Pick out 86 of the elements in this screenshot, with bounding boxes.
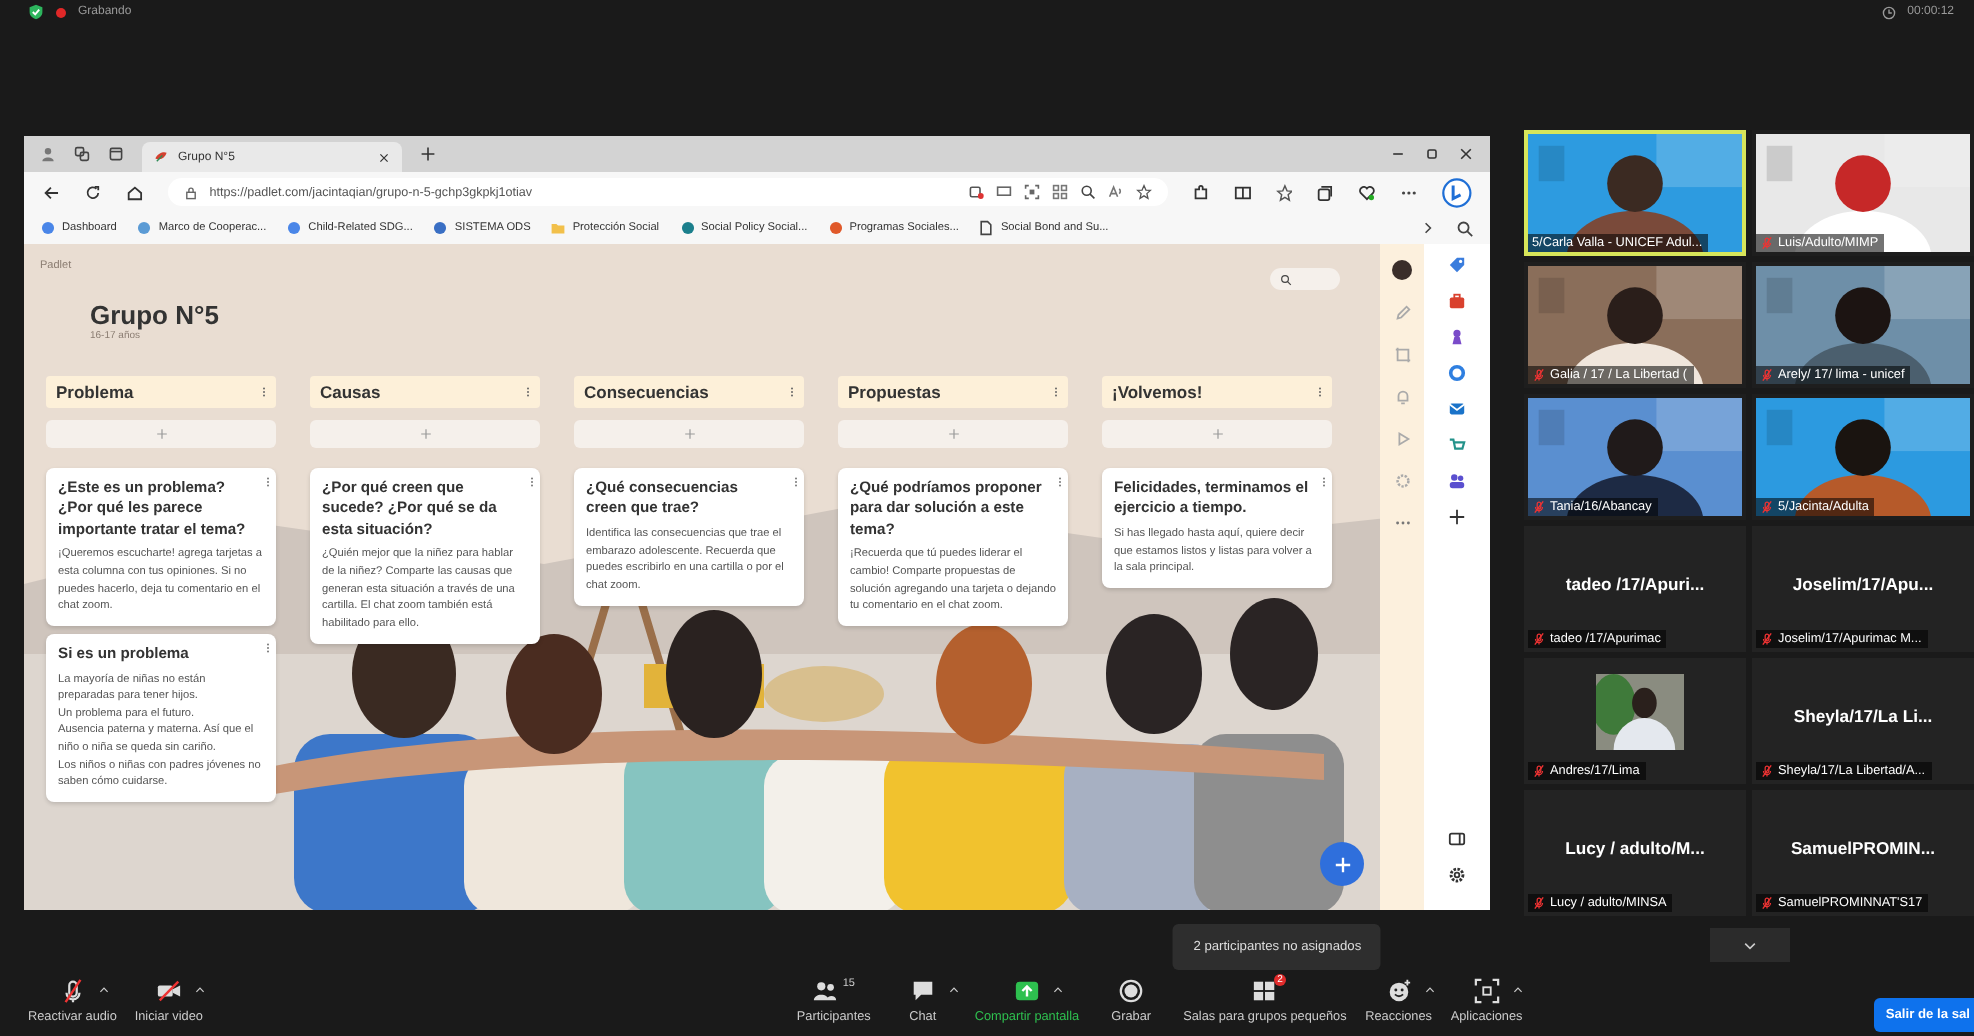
caret-icon[interactable]: [98, 983, 111, 995]
collections-icon[interactable]: [1316, 183, 1335, 201]
close-icon[interactable]: [1458, 146, 1474, 162]
back-icon[interactable]: [42, 183, 60, 201]
heart-icon[interactable]: [1358, 183, 1377, 201]
settings-icon[interactable]: [1448, 866, 1466, 884]
site-icon: [136, 220, 153, 236]
plus-icon: [1211, 428, 1223, 440]
clock-icon: [1881, 5, 1896, 19]
participant-name: tadeo /17/Apuri...: [1565, 573, 1705, 593]
bing-icon[interactable]: [1442, 177, 1472, 207]
share-screen-icon: [1013, 977, 1040, 1003]
chess-piece-icon[interactable]: [1448, 328, 1466, 346]
side-panel-icon[interactable]: [1448, 830, 1466, 848]
grid-icon: [1251, 977, 1278, 1003]
split-screen-icon[interactable]: [1233, 183, 1252, 201]
plus-icon: [683, 428, 695, 440]
app-icon[interactable]: [967, 184, 984, 200]
puzzle-icon[interactable]: [1191, 183, 1210, 201]
tab-list-icon[interactable]: [108, 146, 124, 162]
profile-icon[interactable]: [40, 146, 56, 162]
site-icon: [827, 220, 844, 236]
folder-icon: [550, 220, 567, 236]
caret-icon[interactable]: [948, 983, 961, 995]
site-icon: [40, 220, 56, 236]
refresh-icon[interactable]: [83, 183, 102, 201]
chevron-right-icon[interactable]: [1420, 220, 1436, 236]
scan-icon[interactable]: [1023, 184, 1040, 200]
new-tab-icon[interactable]: [420, 146, 436, 162]
page-icon: [978, 220, 995, 236]
plus-icon: [1333, 855, 1351, 873]
lock-icon: [183, 185, 198, 199]
search-field[interactable]: [1270, 268, 1340, 290]
plus-icon: [155, 428, 167, 440]
participant-name: Joselim/17/Apu...: [1792, 573, 1934, 593]
grid-icon[interactable]: [1051, 184, 1068, 200]
zoom-icon[interactable]: [1079, 184, 1096, 200]
column-title: Consecuencias: [584, 382, 709, 402]
column-title: Causas: [320, 382, 381, 402]
camera-off-icon: [155, 977, 182, 1003]
star-icon[interactable]: [1135, 184, 1152, 200]
column-title: Problema: [56, 382, 134, 402]
ring-icon[interactable]: [1448, 364, 1466, 382]
mail-icon[interactable]: [1448, 400, 1466, 418]
smiley-icon: [1385, 977, 1412, 1003]
cart-icon[interactable]: [1448, 436, 1466, 454]
mic-muted-icon: [59, 977, 86, 1003]
site-icon: [679, 220, 696, 236]
plus-icon[interactable]: [1448, 508, 1466, 526]
people-icon[interactable]: [1448, 472, 1466, 490]
caret-icon[interactable]: [1052, 983, 1065, 995]
site-icon: [432, 220, 449, 236]
post-card[interactable]: [310, 468, 540, 644]
caret-icon[interactable]: [1512, 983, 1525, 995]
workspaces-icon[interactable]: [74, 146, 90, 162]
maximize-icon[interactable]: [1424, 146, 1440, 162]
search-icon: [1280, 273, 1292, 285]
participant-name: Sheyla/17/La Li...: [1793, 705, 1933, 725]
board-title: Grupo N°5: [90, 300, 219, 330]
tag-icon[interactable]: [1448, 256, 1466, 274]
apps-icon: [1473, 977, 1500, 1003]
caret-icon[interactable]: [1424, 983, 1437, 995]
avatar-icon[interactable]: [1392, 260, 1412, 280]
people-icon: [812, 977, 839, 1003]
close-icon[interactable]: [378, 151, 390, 163]
participant-name: SamuelPROMIN...: [1790, 837, 1936, 857]
chevron-down-icon: [1741, 937, 1757, 953]
caret-icon[interactable]: [194, 983, 207, 995]
reader-icon[interactable]: [995, 184, 1012, 200]
record-icon: [1118, 977, 1145, 1003]
chat-icon: [909, 977, 936, 1003]
plus-icon: [419, 428, 431, 440]
leaf-icon: [154, 150, 168, 164]
post-card[interactable]: [46, 634, 276, 803]
read-aloud-icon[interactable]: [1107, 184, 1124, 200]
column-title: Propuestas: [848, 382, 941, 402]
search-icon[interactable]: [1456, 219, 1474, 237]
site-icon: [286, 220, 303, 236]
recording-dot-icon: [56, 7, 66, 17]
briefcase-icon[interactable]: [1448, 292, 1466, 310]
participant-name: Lucy / adulto/M...: [1565, 837, 1705, 857]
plus-icon: [947, 428, 959, 440]
shield-icon: [28, 4, 44, 20]
favorites-icon[interactable]: [1275, 183, 1293, 201]
column-title: ¡Volvemos!: [1112, 382, 1203, 402]
home-icon[interactable]: [125, 183, 144, 201]
